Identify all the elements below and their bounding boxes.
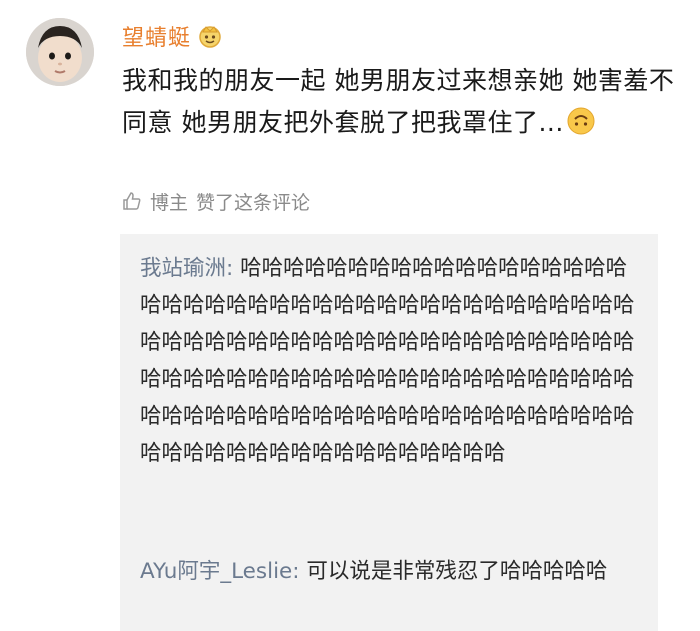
author-liked-line: 博主 赞了这条评论 [122,186,310,216]
baby-avatar-icon [26,18,94,86]
reply-item: 我站瑜洲: 哈哈哈哈哈哈哈哈哈哈哈哈哈哈哈哈哈哈哈哈哈哈哈哈哈哈哈哈哈哈哈哈哈哈… [140,250,648,472]
thumbs-up-icon[interactable] [122,191,142,211]
username-link[interactable]: 望蜻蜓 [122,20,191,52]
reply-author-link[interactable]: 我站瑜洲: [140,256,240,281]
reply-author-link[interactable]: AYu阿宇_Leslie: [140,559,306,584]
vip-crown-icon[interactable] [197,24,223,48]
comment-body: 我和我的朋友一起 她男朋友过来想亲她 她害羞不同意 她男朋友把外套脱了把我罩住了… [122,60,682,144]
reply-text: 哈哈哈哈哈哈哈哈哈哈哈哈哈哈哈哈哈哈哈哈哈哈哈哈哈哈哈哈哈哈哈哈哈哈哈哈哈哈哈哈… [140,256,635,466]
liker-label: 博主 [150,191,189,214]
reply-item: AYu阿宇_Leslie: 可以说是非常残忍了哈哈哈哈哈 [140,553,648,590]
user-avatar[interactable] [26,18,94,86]
upside-down-face-emoji-icon [567,107,595,135]
weibo-comment-card: 望蜻蜓 我和我的朋友一起 她男朋友过来想亲她 她害羞不同意 她男朋友把外套脱了把… [0,0,700,631]
liked-text: 赞了这条评论 [196,191,311,214]
comment-header: 望蜻蜓 [122,18,223,54]
reply-thread: 我站瑜洲: 哈哈哈哈哈哈哈哈哈哈哈哈哈哈哈哈哈哈哈哈哈哈哈哈哈哈哈哈哈哈哈哈哈哈… [120,234,658,631]
reply-text: 可以说是非常残忍了哈哈哈哈哈 [306,559,608,584]
